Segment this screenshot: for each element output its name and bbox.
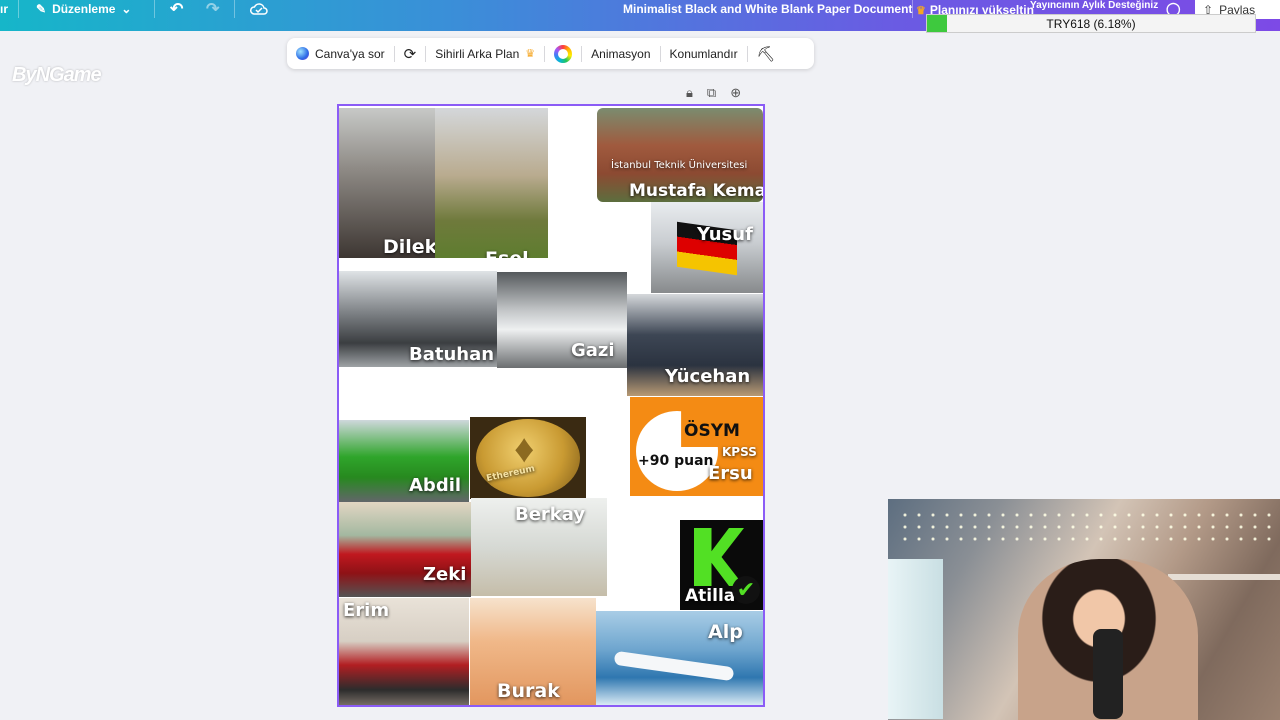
webcam-overlay	[888, 499, 1280, 720]
crown-icon: ♛	[916, 4, 926, 17]
wall-shelf	[1168, 574, 1280, 580]
donation-progress-text: TRY618 (6.18%)	[1046, 17, 1136, 31]
page-actions: 🔒︎ ⧉ ⊕	[686, 85, 741, 101]
score-label: +90 puan	[638, 453, 714, 469]
tile-label: Dilek	[383, 236, 437, 258]
position-button[interactable]: Konumlandır	[661, 38, 747, 69]
tile-label: Batuhan	[409, 344, 495, 365]
undo-icon[interactable]: ↶	[170, 0, 183, 18]
divider	[154, 0, 155, 18]
tile-caption: İstanbul Teknik Üniversitesi	[611, 160, 748, 171]
tile-label: Alp	[708, 621, 743, 643]
menu-fragment[interactable]: ır	[0, 0, 8, 18]
ring-light	[888, 559, 943, 719]
pencil-icon: ✎	[36, 2, 47, 16]
osym-label: ÖSYM	[684, 421, 740, 441]
ask-canva-button[interactable]: Canva'ya sor	[287, 38, 394, 69]
magic-background-button[interactable]: Sihirli Arka Plan ♛	[426, 38, 544, 69]
image-tile[interactable]: Burak	[470, 598, 596, 705]
checkmark-icon: ✔	[732, 576, 760, 604]
animation-button[interactable]: Animasyon	[582, 38, 659, 69]
divider	[912, 0, 913, 18]
chevron-down-icon: ⌄	[121, 2, 132, 16]
image-tile[interactable]: Batuhan	[339, 271, 497, 367]
image-tile[interactable]: Zeki	[339, 502, 471, 597]
tile-label: Yusuf	[697, 224, 753, 245]
tile-label: Erim	[343, 600, 390, 621]
cloud-save-icon[interactable]	[250, 0, 268, 18]
tile-label: Ersu	[708, 463, 753, 484]
image-tile[interactable]: Atilla ✔	[680, 520, 763, 610]
context-toolbar: Canva'ya sor ⟳ Sihirli Arka Plan ♛ Anima…	[287, 38, 814, 69]
image-tile[interactable]: Yusuf	[651, 202, 763, 293]
image-tile[interactable]: Alp	[596, 611, 763, 705]
paint-format-icon[interactable]: ⛏	[748, 38, 785, 69]
donation-progress-bar: TRY618 (6.18%)	[926, 14, 1256, 33]
tile-label: Zeki	[423, 564, 467, 585]
image-tile[interactable]: Berkay	[471, 498, 607, 596]
redo-icon[interactable]: ↷	[206, 0, 219, 18]
tile-label: Gazi	[571, 340, 615, 361]
image-tile[interactable]: Dilek	[339, 108, 437, 258]
donation-title: Yayıncının Aylık Desteğiniz	[1030, 0, 1159, 11]
stream-watermark-logo: ByNGame	[12, 64, 102, 86]
edit-mode-label: Düzenleme	[52, 2, 116, 16]
color-wheel-icon	[554, 44, 573, 63]
tile-label: Berkay	[515, 504, 586, 525]
add-page-icon[interactable]: ⊕	[730, 85, 741, 101]
design-page[interactable]: Dilek Esel İstanbul Teknik Üniversitesi …	[337, 104, 765, 707]
image-tile[interactable]: Abdil	[339, 420, 469, 502]
image-tile[interactable]: Esel	[435, 108, 548, 258]
image-tile[interactable]: Yücehan	[627, 294, 763, 396]
image-tile[interactable]: ♦ Ethereum	[470, 417, 586, 499]
divider	[234, 0, 235, 18]
canva-ai-icon	[296, 47, 309, 60]
document-title[interactable]: Minimalist Black and White Blank Paper D…	[623, 0, 912, 18]
duplicate-icon[interactable]: ⧉	[707, 85, 716, 101]
color-picker-button[interactable]	[545, 38, 581, 69]
image-tile[interactable]: ÖSYM KPSS +90 puan Ersu	[630, 397, 763, 496]
edit-mode-menu[interactable]: ✎ Düzenleme ⌄	[36, 0, 131, 18]
tile-label: Atilla	[685, 586, 736, 606]
lock-icon[interactable]: 🔒︎	[686, 85, 693, 101]
ask-canva-label: Canva'ya sor	[315, 46, 385, 61]
image-tile[interactable]: Gazi	[497, 272, 627, 368]
crown-icon: ♛	[525, 48, 536, 60]
tile-label: Burak	[497, 680, 560, 702]
tile-label: Esel	[485, 248, 529, 258]
tile-label: Yücehan	[665, 366, 751, 387]
microphone	[1093, 629, 1123, 719]
tile-label: Mustafa Kemal	[629, 181, 763, 201]
divider	[18, 0, 19, 18]
refresh-icon[interactable]: ⟳	[395, 38, 426, 69]
tile-label: Abdil	[409, 475, 462, 496]
airplane-icon	[613, 650, 735, 682]
image-tile[interactable]: İstanbul Teknik Üniversitesi Mustafa Kem…	[597, 108, 763, 202]
image-tile[interactable]: Erim	[339, 598, 469, 705]
kpss-label: KPSS	[722, 445, 757, 459]
magic-background-label: Sihirli Arka Plan	[435, 46, 520, 61]
string-lights	[898, 509, 1278, 549]
